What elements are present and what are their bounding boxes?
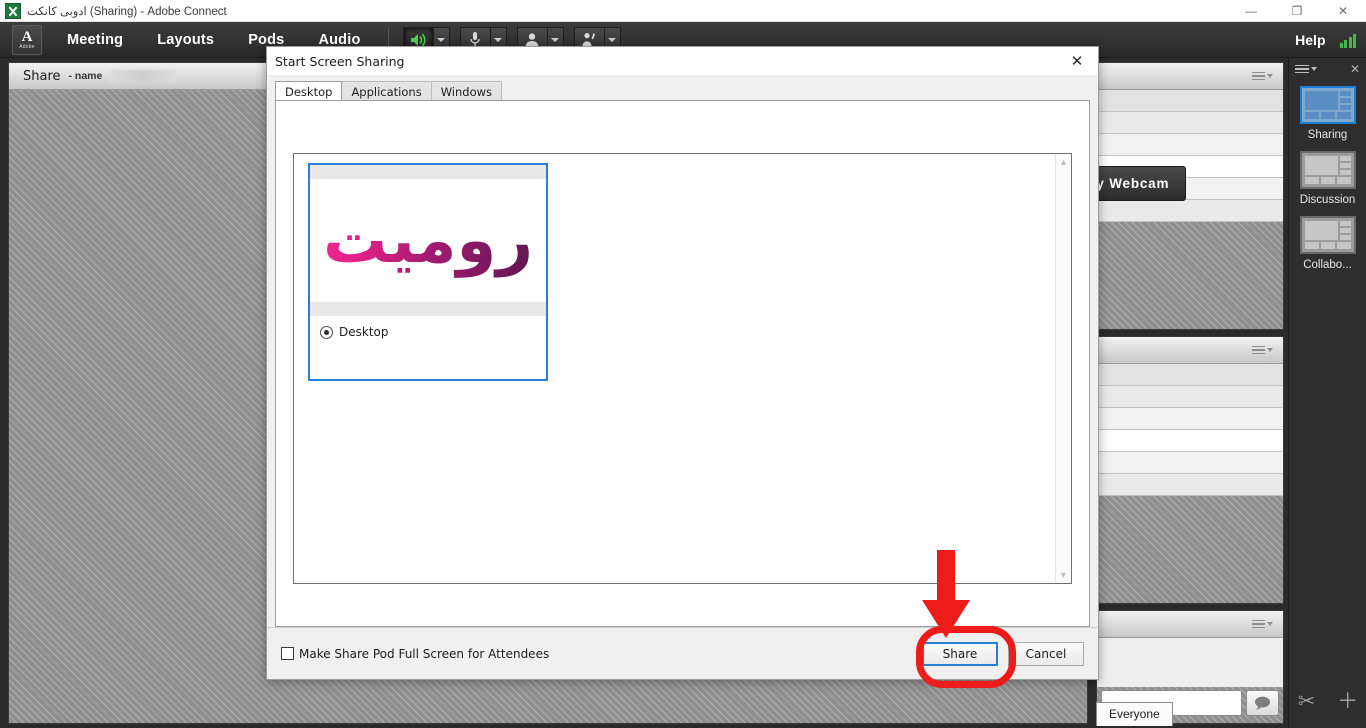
dialog-title: Start Screen Sharing xyxy=(275,53,405,69)
desktop-radio[interactable] xyxy=(320,325,333,339)
desktop-preview-thumbnail: رومیت xyxy=(310,179,546,302)
dialog-header: Start Screen Sharing ✕ xyxy=(267,47,1098,75)
cancel-button[interactable]: Cancel xyxy=(1008,641,1084,666)
thumbnail-logo-text: رومیت xyxy=(317,193,539,289)
adobe-logo-letter: A xyxy=(21,28,33,45)
help-area: Help xyxy=(1281,32,1366,48)
dialog-panel: رومیت Desktop ▲ ▼ xyxy=(275,100,1090,627)
redacted-name xyxy=(110,69,177,83)
pod-menu-icon[interactable] xyxy=(1252,345,1273,355)
desktop-radio-label: Desktop xyxy=(339,325,389,339)
layouts-sidebar-header: ✕ xyxy=(1289,58,1366,80)
fullscreen-checkbox-row[interactable]: Make Share Pod Full Screen for Attendees xyxy=(281,647,549,661)
menu-layouts[interactable]: Layouts xyxy=(140,22,231,58)
source-item-desktop[interactable]: رومیت Desktop xyxy=(308,163,548,381)
share-button[interactable]: Share xyxy=(922,641,998,666)
share-pod-subtitle: - name xyxy=(68,70,103,82)
scissors-icon[interactable]: ✂ xyxy=(1298,691,1316,712)
list-item[interactable] xyxy=(1097,430,1283,452)
chat-everyone-tab[interactable]: Everyone xyxy=(1096,702,1173,726)
attendee-pod-tools xyxy=(1252,71,1279,81)
close-icon[interactable]: ✕ xyxy=(1320,0,1366,22)
pod-menu-icon[interactable] xyxy=(1252,619,1273,629)
dialog-footer: Make Share Pod Full Screen for Attendees… xyxy=(267,627,1098,679)
connect-app-icon xyxy=(5,2,21,19)
layouts-sidebar: ✕ Sharing Discussion Collabo... ✂ ＋ xyxy=(1288,58,1366,728)
list-item[interactable] xyxy=(1097,474,1283,496)
sidebar-item-label: Discussion xyxy=(1299,194,1356,206)
chat-pod-tools xyxy=(1252,619,1279,629)
thumbnail-top-bar xyxy=(310,165,546,179)
list-item[interactable] xyxy=(1097,364,1283,386)
notes-pod-tools xyxy=(1252,345,1279,355)
sidebar-item-collaboration[interactable]: Collabo... xyxy=(1289,210,1366,275)
tab-windows[interactable]: Windows xyxy=(430,81,503,100)
fullscreen-checkbox[interactable] xyxy=(281,647,294,660)
signal-bars-icon[interactable] xyxy=(1339,32,1356,48)
list-item[interactable] xyxy=(1097,408,1283,430)
dialog-buttons: Share Cancel xyxy=(922,641,1084,666)
restore-icon[interactable]: ❐ xyxy=(1274,0,1320,22)
tab-desktop[interactable]: Desktop xyxy=(275,81,343,100)
adobe-connect-window: ادوبی کانکت (Sharing) - Adobe Connect — … xyxy=(0,0,1366,728)
layouts-menu-icon[interactable] xyxy=(1295,64,1317,74)
start-screen-sharing-dialog: Start Screen Sharing ✕ Desktop Applicati… xyxy=(266,46,1099,680)
notes-list xyxy=(1097,364,1283,496)
minimize-icon[interactable]: — xyxy=(1228,0,1274,22)
desktop-radio-row[interactable]: Desktop xyxy=(310,316,546,339)
source-list-scrollbar[interactable]: ▲ ▼ xyxy=(1055,154,1071,583)
notes-pod-header xyxy=(1097,337,1283,364)
adobe-logo-icon[interactable]: A Adobe xyxy=(12,24,42,55)
dialog-tabs: Desktop Applications Windows xyxy=(267,75,1098,100)
attendee-pod-header xyxy=(1097,63,1283,90)
window-controls: — ❐ ✕ xyxy=(1228,0,1366,22)
list-item[interactable] xyxy=(1097,112,1283,134)
close-icon[interactable]: ✕ xyxy=(1350,63,1360,75)
notes-pod xyxy=(1096,336,1284,604)
chat-pod-header xyxy=(1097,611,1283,638)
adobe-wordmark: Adobe xyxy=(19,43,35,50)
sidebar-item-label: Sharing xyxy=(1307,129,1348,141)
layout-thumbnail-icon xyxy=(1299,151,1356,189)
list-item[interactable] xyxy=(1097,452,1283,474)
sidebar-item-discussion[interactable]: Discussion xyxy=(1289,145,1366,210)
pod-menu-icon[interactable] xyxy=(1252,71,1273,81)
layout-thumbnail-icon xyxy=(1299,86,1356,124)
attendee-pod-body[interactable] xyxy=(1097,90,1283,329)
list-item[interactable] xyxy=(1097,200,1283,222)
list-item[interactable] xyxy=(1097,386,1283,408)
speech-bubble-icon[interactable] xyxy=(1246,690,1279,716)
list-item[interactable] xyxy=(1097,134,1283,156)
window-titlebar: ادوبی کانکت (Sharing) - Adobe Connect — … xyxy=(0,0,1366,22)
list-item[interactable] xyxy=(1097,90,1283,112)
notes-pod-body[interactable] xyxy=(1097,364,1283,603)
menu-meeting[interactable]: Meeting xyxy=(50,22,140,58)
layout-thumbnail-icon xyxy=(1299,216,1356,254)
tab-applications[interactable]: Applications xyxy=(341,81,432,100)
scroll-up-icon[interactable]: ▲ xyxy=(1056,154,1071,170)
sidebar-item-sharing[interactable]: Sharing xyxy=(1289,80,1366,145)
scroll-down-icon[interactable]: ▼ xyxy=(1056,567,1071,583)
attendee-list xyxy=(1097,90,1283,222)
add-layout-icon[interactable]: ＋ xyxy=(1337,691,1358,712)
chat-message-log xyxy=(1097,638,1283,687)
thumbnail-bottom-bar xyxy=(310,302,546,316)
window-title: ادوبی کانکت (Sharing) - Adobe Connect xyxy=(27,5,227,18)
fullscreen-checkbox-label: Make Share Pod Full Screen for Attendees xyxy=(299,646,550,661)
dialog-body: Desktop Applications Windows رومیت Deskt xyxy=(267,75,1098,679)
help-menu[interactable]: Help xyxy=(1281,32,1339,48)
share-pod-title: Share xyxy=(23,68,61,84)
source-list: رومیت Desktop ▲ ▼ xyxy=(293,153,1072,584)
sidebar-item-label: Collabo... xyxy=(1303,259,1352,271)
layouts-sidebar-footer: ✂ ＋ xyxy=(1289,674,1366,728)
close-icon[interactable]: ✕ xyxy=(1062,48,1092,74)
